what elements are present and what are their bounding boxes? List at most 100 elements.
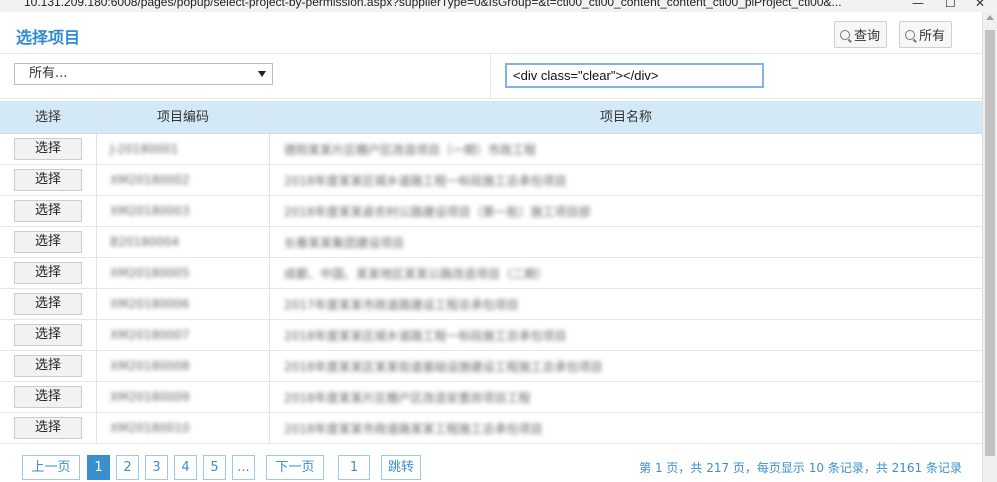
select-row-button[interactable]: 选择 — [14, 324, 82, 346]
project-code: XM20180007 — [110, 328, 190, 342]
project-code-cell: XM20180006 — [97, 289, 270, 319]
project-code: XM20180009 — [110, 390, 190, 404]
window-titlebar: 10.131.209.180:6008/pages/popup/select-p… — [0, 0, 997, 12]
table-body: 选择 J-20180001 德阳某某片区棚户区改造项目（一期）市政工程 选择 XM201… — [0, 134, 982, 444]
project-code-cell: XM20180002 — [97, 165, 270, 195]
prev-page-button[interactable]: 上一页 — [22, 455, 80, 480]
keyword-input[interactable]: <div class="clear"></div> — [505, 63, 764, 88]
page-button-2[interactable]: 2 — [116, 455, 139, 480]
project-code: XM20180003 — [110, 204, 190, 218]
select-cell: 选择 — [0, 165, 97, 195]
project-name: 2018年度某某市政道路某某工程施工总承包项目 — [284, 421, 543, 436]
table-row: 选择 XM20180010 2018年度某某市政道路某某工程施工总承包项目 — [0, 413, 982, 444]
maximize-icon[interactable]: ☐ — [945, 0, 956, 10]
table-header: 选择 项目编码 项目名称 — [0, 101, 982, 134]
search-icon — [905, 29, 915, 40]
table-row: 选择 XM20180002 2018年度某某区城乡道路工程一标段施工总承包项目 — [0, 165, 982, 196]
project-type-select[interactable]: 所有... — [14, 63, 273, 85]
project-code: XM20180008 — [110, 359, 190, 373]
select-cell: 选择 — [0, 227, 97, 257]
select-row-button[interactable]: 选择 — [14, 169, 82, 191]
pagination: 上一页 1 2 3 4 5 ... 下一页 1 跳转 第 1 页，共 217 页… — [0, 455, 982, 482]
vertical-scrollbar[interactable] — [982, 12, 997, 482]
project-code: J-20180001 — [110, 142, 179, 156]
scrollbar-thumb[interactable] — [985, 30, 995, 456]
close-icon[interactable]: ✕ — [975, 0, 985, 10]
query-button-label: 查询 — [854, 29, 881, 44]
popup-content: 选择项目 查询 所有 所有... <div class="clear"></di… — [0, 12, 982, 482]
select-cell: 选择 — [0, 196, 97, 226]
project-name-cell: 2018年度某某片区棚户区改造安置房项目工程 — [270, 382, 982, 412]
window-url: 10.131.209.180:6008/pages/popup/select-p… — [24, 0, 842, 9]
project-code: B20180004 — [110, 235, 180, 249]
project-name: 2018年度某某区某某街道基础设施建设工程施工总承包项目 — [284, 359, 603, 374]
project-table: 选择 项目编码 项目名称 选择 J-20180001 德阳某某片区棚户区改造项目（一… — [0, 101, 982, 444]
project-code: XM20180005 — [110, 266, 190, 280]
project-name-cell: 2017年度某某市政道路建设工程总承包项目 — [270, 289, 982, 319]
project-name: 2017年度某某市政道路建设工程总承包项目 — [284, 297, 519, 312]
project-code-cell: XM20180003 — [97, 196, 270, 226]
select-row-button[interactable]: 选择 — [14, 386, 82, 408]
popup-header: 选择项目 查询 所有 — [0, 12, 982, 54]
filter-bar: 所有... <div class="clear"></div> — [0, 54, 982, 99]
table-row: 选择 J-20180001 德阳某某片区棚户区改造项目（一期）市政工程 — [0, 134, 982, 165]
select-cell: 选择 — [0, 258, 97, 288]
project-code-cell: XM20180009 — [97, 382, 270, 412]
page-button-1[interactable]: 1 — [87, 455, 110, 480]
select-row-button[interactable]: 选择 — [14, 417, 82, 439]
project-name: 德阳某某片区棚户区改造项目（一期）市政工程 — [284, 142, 537, 157]
select-row-button[interactable]: 选择 — [14, 293, 82, 315]
project-name-cell: 德阳某某片区棚户区改造项目（一期）市政工程 — [270, 134, 982, 164]
project-name: 2018年度某某区城乡道路工程一标段施工总承包项目 — [284, 328, 567, 343]
table-row: 选择 XM20180003 2018年度某某县农村公路建设项目（第一批）施工项目部 — [0, 196, 982, 227]
page-button-5[interactable]: 5 — [203, 455, 226, 480]
select-row-button[interactable]: 选择 — [14, 262, 82, 284]
table-row: 选择 B20180004 长春某某集团建设项目 — [0, 227, 982, 258]
project-code: XM20180006 — [110, 297, 190, 311]
project-code-cell: XM20180010 — [97, 413, 270, 443]
table-row: 选择 XM20180005 成都、中国、某某地区某某公路改造项目（二期） — [0, 258, 982, 289]
project-name-cell: 2018年度某某县农村公路建设项目（第一批）施工项目部 — [270, 196, 982, 226]
table-row: 选择 XM20180009 2018年度某某片区棚户区改造安置房项目工程 — [0, 382, 982, 413]
pagination-info: 第 1 页，共 217 页，每页显示 10 条记录，共 2161 条记录 — [639, 461, 962, 475]
page-button-3[interactable]: 3 — [145, 455, 168, 480]
scroll-up-arrow-icon[interactable] — [986, 15, 994, 20]
select-cell: 选择 — [0, 289, 97, 319]
minimize-icon[interactable]: — — [912, 0, 924, 10]
dropdown-arrow-icon — [258, 71, 266, 77]
column-header-select: 选择 — [0, 101, 97, 133]
table-row: 选择 XM20180007 2018年度某某区城乡道路工程一标段施工总承包项目 — [0, 320, 982, 351]
select-cell: 选择 — [0, 351, 97, 381]
project-name-cell: 成都、中国、某某地区某某公路改造项目（二期） — [270, 258, 982, 288]
project-code: XM20180010 — [110, 421, 190, 435]
keyword-input-value: <div class="clear"></div> — [513, 68, 659, 83]
select-cell: 选择 — [0, 382, 97, 412]
query-button[interactable]: 查询 — [834, 21, 888, 48]
project-name-cell: 2018年度某某区城乡道路工程一标段施工总承包项目 — [270, 165, 982, 195]
show-all-button[interactable]: 所有 — [899, 21, 953, 48]
select-row-button[interactable]: 选择 — [14, 231, 82, 253]
select-row-button[interactable]: 选择 — [14, 138, 82, 160]
project-name: 成都、中国、某某地区某某公路改造项目（二期） — [284, 266, 549, 281]
project-name-cell: 2018年度某某市政道路某某工程施工总承包项目 — [270, 413, 982, 443]
select-row-button[interactable]: 选择 — [14, 355, 82, 377]
project-code-cell: XM20180007 — [97, 320, 270, 350]
table-row: 选择 XM20180006 2017年度某某市政道路建设工程总承包项目 — [0, 289, 982, 320]
search-icon — [840, 29, 850, 40]
project-name-cell: 2018年度某某区城乡道路工程一标段施工总承包项目 — [270, 320, 982, 350]
jump-button[interactable]: 跳转 — [381, 455, 421, 480]
project-code-cell: B20180004 — [97, 227, 270, 257]
project-name: 2018年度某某片区棚户区改造安置房项目工程 — [284, 390, 531, 405]
project-name-cell: 长春某某集团建设项目 — [270, 227, 982, 257]
page-button-4[interactable]: 4 — [174, 455, 197, 480]
project-name-cell: 2018年度某某区某某街道基础设施建设工程施工总承包项目 — [270, 351, 982, 381]
select-cell: 选择 — [0, 320, 97, 350]
filter-divider — [490, 54, 491, 99]
jump-page-input[interactable]: 1 — [338, 455, 370, 480]
select-cell: 选择 — [0, 134, 97, 164]
select-row-button[interactable]: 选择 — [14, 200, 82, 222]
project-name: 长春某某集团建设项目 — [284, 235, 405, 250]
next-page-button[interactable]: 下一页 — [266, 455, 324, 480]
page-ellipsis: ... — [232, 455, 255, 480]
page-title: 选择项目 — [16, 28, 81, 47]
